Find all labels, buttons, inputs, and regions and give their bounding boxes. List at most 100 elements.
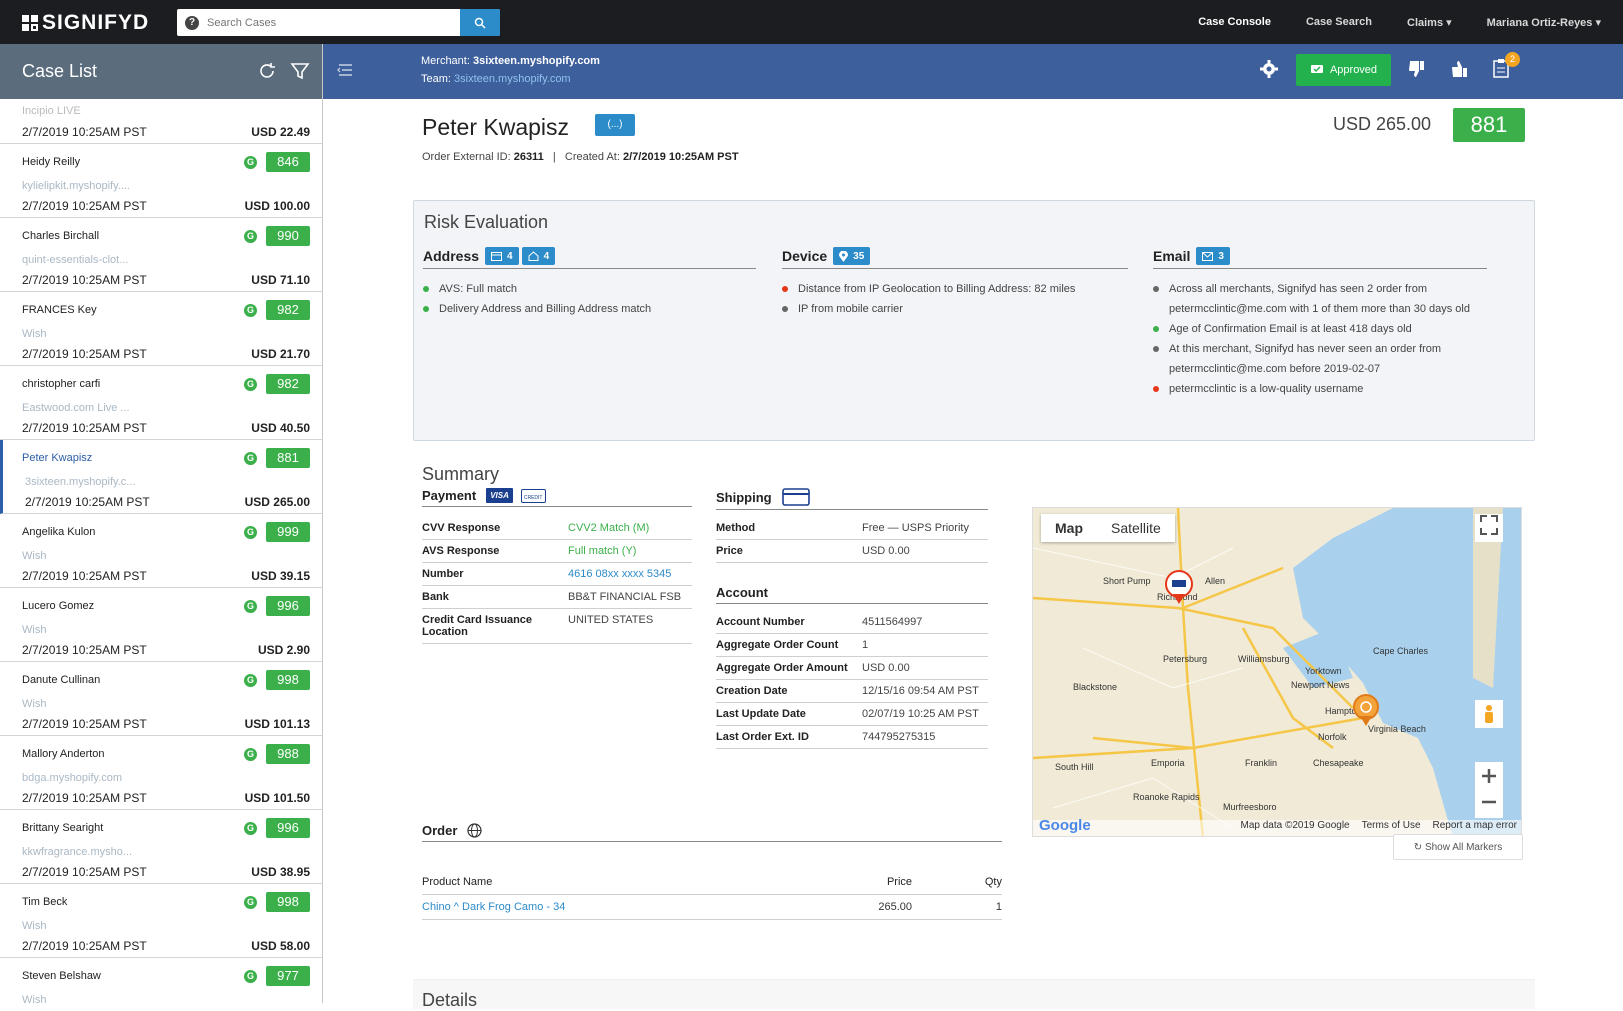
show-all-markers-button[interactable]: ↻ Show All Markers bbox=[1393, 834, 1523, 860]
kv-value: Free — USPS Priority bbox=[862, 522, 969, 534]
case-list-item[interactable]: Charles Birchall G 990 quint-essentials-clo… bbox=[0, 218, 322, 292]
case-merchant: 3sixteen.myshopify.c... bbox=[25, 476, 136, 488]
case-amount: USD 22.49 bbox=[251, 125, 310, 139]
filter-icon[interactable] bbox=[289, 60, 311, 82]
case-list-item[interactable]: Heidy Reilly G 846 kylielipkit.myshopify...… bbox=[0, 144, 322, 218]
risk-evaluation-panel: Risk Evaluation Address 4 4 AVS: Full ma… bbox=[413, 200, 1535, 441]
product-price: 265.00 bbox=[878, 901, 912, 913]
kv-key: Last Update Date bbox=[716, 708, 806, 720]
team-link[interactable]: 3sixteen.myshopify.com bbox=[454, 73, 571, 85]
case-date: 2/7/2019 10:25AM PST bbox=[22, 791, 147, 805]
top-nav-bar: SIGNIFYD ? Case Console Case Search Clai… bbox=[0, 0, 1623, 44]
order-table-header: Product Name Price Qty bbox=[422, 872, 1002, 895]
thumbs-down-icon[interactable] bbox=[1408, 59, 1426, 79]
case-amount: USD 101.13 bbox=[244, 717, 310, 731]
risk-address-list: AVS: Full match Delivery Address and Bill… bbox=[423, 279, 756, 319]
account-title: Account bbox=[716, 585, 768, 600]
case-list-item[interactable]: christopher carfi G 982 Eastwood.com Live .… bbox=[0, 366, 322, 440]
map-place-label: Newport News bbox=[1291, 680, 1350, 690]
device-location-pill[interactable]: 35 bbox=[833, 247, 871, 265]
risk-address-header: Address 4 4 bbox=[423, 247, 756, 269]
map-place-label: Allen bbox=[1205, 576, 1225, 586]
nav-case-console[interactable]: Case Console bbox=[1198, 16, 1271, 28]
map-place-label: Norfolk bbox=[1318, 732, 1347, 742]
map-place-label: Short Pump bbox=[1103, 576, 1151, 586]
kv-value: 4511564997 bbox=[862, 616, 923, 628]
nav-case-search[interactable]: Case Search bbox=[1306, 16, 1372, 28]
case-date: 2/7/2019 10:25AM PST bbox=[22, 939, 147, 953]
email-pill[interactable]: 3 bbox=[1196, 247, 1230, 265]
gear-icon[interactable] bbox=[1258, 58, 1280, 80]
map-type-tabs: Map Satellite bbox=[1041, 514, 1175, 542]
nav-user-menu[interactable]: Mariana Ortiz-Reyes ▾ bbox=[1487, 16, 1601, 29]
team-label: Team: bbox=[421, 73, 451, 85]
case-score: 996 bbox=[266, 818, 310, 838]
case-score: 990 bbox=[266, 226, 310, 246]
kv-key: Credit Card Issuance Location bbox=[422, 614, 533, 638]
case-list-item[interactable]: Brittany Searight G 996 kkwfragrance.mysho.… bbox=[0, 810, 322, 884]
kv-row: Number 4616 08xx xxxx 5345 bbox=[422, 563, 692, 586]
case-date: 2/7/2019 10:25AM PST bbox=[22, 347, 147, 361]
created-label: Created At: bbox=[564, 151, 620, 163]
search-input[interactable] bbox=[207, 16, 447, 29]
case-merchant: quint-essentials-clot... bbox=[22, 254, 129, 266]
case-list-item[interactable]: Danute Cullinan G 998 Wish 2/7/2019 10:25AM … bbox=[0, 662, 322, 736]
risk-device-title: Device bbox=[782, 248, 828, 264]
top-nav-links: Case Console Case Search Claims ▾ Marian… bbox=[1163, 0, 1601, 44]
search-button[interactable] bbox=[460, 9, 500, 36]
case-list-item[interactable]: FRANCES Key G 982 Wish 2/7/2019 10:25AM PST U… bbox=[0, 292, 322, 366]
account-table: Account Number 4511564997 Aggregate Order … bbox=[716, 611, 988, 749]
thumbs-up-icon[interactable] bbox=[1451, 59, 1469, 79]
payment-table: CVV Response CVV2 Match (M) AVS Response Fu… bbox=[422, 517, 692, 644]
kv-row: Creation Date 12/15/16 09:54 AM PST bbox=[716, 680, 988, 703]
refresh-icon[interactable] bbox=[256, 60, 278, 82]
guarantee-icon: G bbox=[244, 378, 257, 391]
address-card-count: 4 bbox=[507, 250, 513, 262]
guarantee-icon: G bbox=[244, 970, 257, 983]
help-icon[interactable]: ? bbox=[185, 15, 199, 30]
address-home-pill[interactable]: 4 bbox=[521, 247, 556, 265]
case-list-item[interactable]: Lucero Gomez G 996 Wish 2/7/2019 10:25AM PST… bbox=[0, 588, 322, 662]
case-date: 2/7/2019 10:25AM PST bbox=[22, 569, 147, 583]
tab-satellite[interactable]: Satellite bbox=[1097, 514, 1175, 542]
map-place-label: Yorktown bbox=[1305, 666, 1342, 676]
address-card-pill[interactable]: 4 bbox=[485, 247, 519, 265]
fullscreen-button[interactable] bbox=[1475, 514, 1503, 542]
collapse-menu-icon[interactable] bbox=[336, 61, 354, 79]
case-merchant: Wish bbox=[22, 550, 47, 562]
case-list-item[interactable]: Steven Belshaw G 977 Wish bbox=[0, 958, 322, 1003]
case-detail: Peter Kwapisz (...) Order External ID: 2… bbox=[323, 99, 1623, 1010]
case-list-item[interactable]: Mallory Anderton G 988 bdga.myshopify.com 2/… bbox=[0, 736, 322, 810]
case-list-item[interactable]: Peter Kwapisz G 881 3sixteen.myshopify.c...… bbox=[0, 440, 322, 514]
approved-button[interactable]: Approved bbox=[1296, 54, 1391, 86]
case-amount: USD 39.15 bbox=[251, 569, 310, 583]
tab-map[interactable]: Map bbox=[1041, 514, 1097, 542]
kv-row: Account Number 4511564997 bbox=[716, 611, 988, 634]
case-list-item[interactable]: Incipio LIVE 2/7/2019 10:25AM PST USD 22… bbox=[0, 99, 322, 144]
kv-value: USD 0.00 bbox=[862, 545, 910, 557]
case-score: 982 bbox=[266, 374, 310, 394]
shipping-title: Shipping bbox=[716, 489, 772, 505]
product-link[interactable]: Chino ^ Dark Frog Camo - 34 bbox=[422, 901, 822, 913]
col-price: Price bbox=[886, 876, 912, 888]
case-list-item[interactable]: Tim Beck G 998 Wish 2/7/2019 10:25AM PST USD … bbox=[0, 884, 322, 958]
notes-button[interactable]: 2 bbox=[1493, 52, 1520, 81]
case-customer-name: Danute Cullinan bbox=[22, 674, 101, 686]
case-merchant: Incipio LIVE bbox=[22, 105, 81, 117]
signifyd-logo[interactable]: SIGNIFYD bbox=[22, 11, 149, 35]
approved-icon bbox=[1310, 65, 1323, 73]
case-list-item[interactable]: Angelika Kulon G 999 Wish 2/7/2019 10:25AM P… bbox=[0, 514, 322, 588]
map-panel[interactable]: Short PumpRichmondPetersburgWilliamsburg… bbox=[1032, 507, 1522, 837]
envelope-icon bbox=[1202, 251, 1214, 261]
payment-title: Payment bbox=[422, 488, 477, 503]
kv-key: Number bbox=[422, 568, 464, 580]
kv-value: Full match (Y) bbox=[568, 545, 637, 557]
case-customer-name: Lucero Gomez bbox=[22, 600, 95, 612]
kv-value[interactable]: 4616 08xx xxxx 5345 bbox=[568, 568, 692, 580]
case-merchant: Wish bbox=[22, 624, 47, 636]
address-home-count: 4 bbox=[543, 250, 550, 262]
merchant-name: 3sixteen.myshopify.com bbox=[472, 55, 600, 67]
nav-claims[interactable]: Claims ▾ bbox=[1407, 16, 1452, 29]
tag-button[interactable]: (...) bbox=[595, 114, 635, 136]
map-canvas[interactable]: Short PumpRichmondPetersburgWilliamsburg… bbox=[1033, 508, 1522, 837]
